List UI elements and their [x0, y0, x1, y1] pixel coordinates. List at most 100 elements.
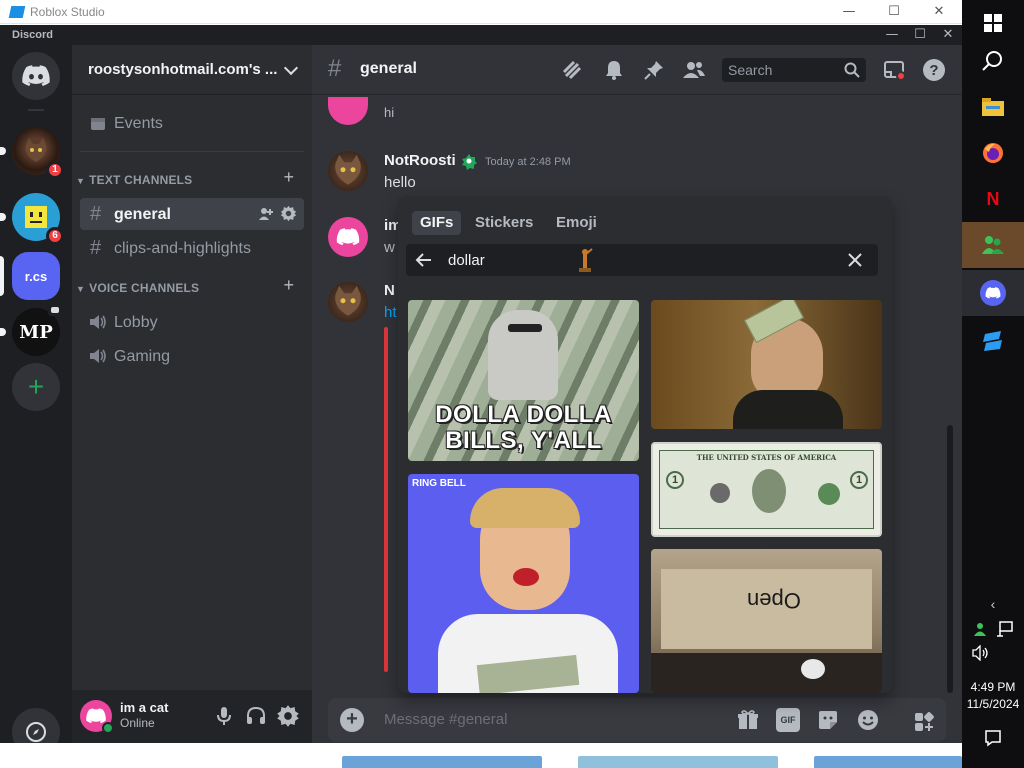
server-smiley[interactable]: 6	[0, 193, 64, 245]
gif-result[interactable]: DOLLA DOLLA BILLS, Y'ALL	[408, 300, 639, 461]
help-icon[interactable]: ?	[922, 58, 946, 82]
discord-close-button[interactable]: ✕	[934, 25, 962, 45]
bill-header: THE UNITED STATES OF AMERICA	[696, 453, 837, 462]
discord-minimize-button[interactable]: —	[878, 25, 906, 45]
outer-maximize-button[interactable]: ☐	[879, 3, 909, 21]
discord-logo-icon	[336, 228, 360, 246]
portrait-oval	[752, 469, 786, 513]
taskbar-discord[interactable]	[962, 270, 1024, 316]
tab-gifs[interactable]: GIFs	[412, 211, 462, 235]
gif-result[interactable]: Open	[651, 549, 882, 693]
cat-icon	[335, 285, 361, 316]
roblox-studio-icon	[8, 6, 26, 18]
category-label: TEXT CHANNELS	[89, 173, 193, 187]
user-settings-gear-icon[interactable]	[276, 704, 300, 728]
search-button[interactable]	[962, 38, 1024, 84]
network-icon[interactable]	[996, 621, 1014, 637]
chevron-down-icon	[283, 60, 299, 76]
home-button[interactable]	[12, 52, 60, 100]
threads-icon[interactable]	[560, 58, 584, 82]
avatar[interactable]	[328, 217, 368, 257]
gif-result[interactable]: RING BELL	[408, 474, 639, 693]
microphone-icon[interactable]	[212, 704, 236, 728]
volume-icon	[972, 645, 988, 661]
create-voice-channel-button[interactable]: +	[283, 275, 294, 296]
apps-icon[interactable]	[912, 710, 936, 734]
search-placeholder: Search	[728, 62, 773, 78]
server-cat[interactable]: 1	[0, 127, 64, 179]
explore-button[interactable]	[12, 708, 60, 743]
bell-icon[interactable]	[602, 58, 626, 82]
clock-time[interactable]: 4:49 PM	[962, 680, 1024, 694]
gif-hair	[470, 488, 580, 528]
inbox-icon[interactable]	[882, 58, 906, 82]
upload-plus-button[interactable]: +	[340, 708, 364, 732]
pin-icon[interactable]	[642, 58, 666, 82]
voice-channel-gaming[interactable]: Gaming	[80, 340, 304, 372]
taskbar-firefox[interactable]	[962, 130, 1024, 176]
server-rcs[interactable]: r.cs	[0, 252, 60, 300]
outer-minimize-button[interactable]: —	[834, 3, 864, 21]
channel-label: clips-and-highlights	[114, 240, 251, 257]
guild-name: roostysonhotmail.com's ...	[88, 61, 278, 78]
tab-emoji[interactable]: Emoji	[548, 211, 605, 235]
channel-label: Gaming	[114, 348, 171, 365]
username: im a cat	[120, 700, 169, 715]
channel-clips-and-highlights[interactable]: # clips-and-highlights	[80, 232, 304, 264]
discord-maximize-button[interactable]: ☐	[906, 25, 934, 45]
emoji-icon[interactable]	[856, 708, 880, 732]
close-icon[interactable]	[846, 251, 864, 269]
voice-channel-lobby[interactable]: Lobby	[80, 306, 304, 338]
events-item[interactable]: Events	[80, 107, 304, 139]
show-hidden-icons-chevron-icon[interactable]: ‹	[962, 596, 1024, 612]
invite-icon[interactable]	[258, 206, 274, 222]
sticker-icon[interactable]	[816, 708, 840, 732]
taskbar-netflix[interactable]: N	[962, 176, 1024, 222]
embed-accent-bar	[384, 327, 388, 672]
chat-bubble-icon	[48, 304, 62, 316]
gift-icon[interactable]	[736, 708, 760, 732]
category-text-channels[interactable]: ▼ TEXT CHANNELS	[76, 173, 192, 187]
people-tray-icon[interactable]	[973, 621, 991, 637]
avatar[interactable]	[328, 282, 368, 322]
avatar[interactable]	[328, 97, 368, 125]
channel-sidebar: roostysonhotmail.com's ... Events ▼ TEXT …	[72, 45, 312, 743]
category-label: VOICE CHANNELS	[89, 281, 200, 295]
gear-icon[interactable]	[280, 205, 297, 222]
tab-stickers[interactable]: Stickers	[467, 211, 541, 235]
hash-icon: #	[328, 55, 342, 82]
notifications-button[interactable]	[962, 718, 1024, 758]
roblox-studio-icon	[983, 331, 1002, 351]
background-card	[578, 756, 778, 768]
taskbar-roblox-studio[interactable]	[962, 222, 1024, 268]
gif-button[interactable]: GIF	[776, 708, 800, 732]
search-input[interactable]: Search	[722, 58, 866, 82]
gif-search-input[interactable]	[448, 249, 828, 271]
back-arrow-icon[interactable]	[414, 250, 434, 270]
taskbar-file-explorer[interactable]	[962, 84, 1024, 130]
create-text-channel-button[interactable]: +	[283, 167, 294, 188]
chat-scrollbar[interactable]	[947, 425, 953, 693]
category-voice-channels[interactable]: ▼ VOICE CHANNELS	[76, 281, 199, 295]
server-mp[interactable]: MP	[0, 304, 62, 356]
gif-result[interactable]: THE UNITED STATES OF AMERICA 1 1	[651, 442, 882, 537]
avatar[interactable]	[328, 151, 368, 191]
server-avatar-rcs: r.cs	[12, 252, 60, 300]
volume-button[interactable]	[962, 636, 1024, 670]
add-server-button[interactable]: +	[12, 363, 60, 411]
clock-date[interactable]: 11/5/2024	[962, 697, 1024, 711]
message-author[interactable]: N	[384, 282, 395, 299]
message-author[interactable]: NotRoosti	[384, 152, 456, 169]
taskbar-roblox[interactable]	[962, 318, 1024, 364]
sunglasses-icon	[508, 324, 542, 332]
gif-result[interactable]	[651, 300, 882, 429]
channel-general[interactable]: # general	[80, 198, 304, 230]
discord-titlebar: Discord — ☐ ✕	[0, 25, 962, 45]
guild-header[interactable]: roostysonhotmail.com's ...	[72, 45, 312, 95]
outer-close-button[interactable]: ✕	[924, 3, 954, 21]
message-input[interactable]: Message #general	[384, 711, 507, 728]
headphones-icon[interactable]	[244, 704, 268, 728]
firefox-icon	[983, 143, 1003, 163]
members-icon[interactable]	[682, 58, 706, 82]
message-link[interactable]: ht	[384, 304, 397, 321]
